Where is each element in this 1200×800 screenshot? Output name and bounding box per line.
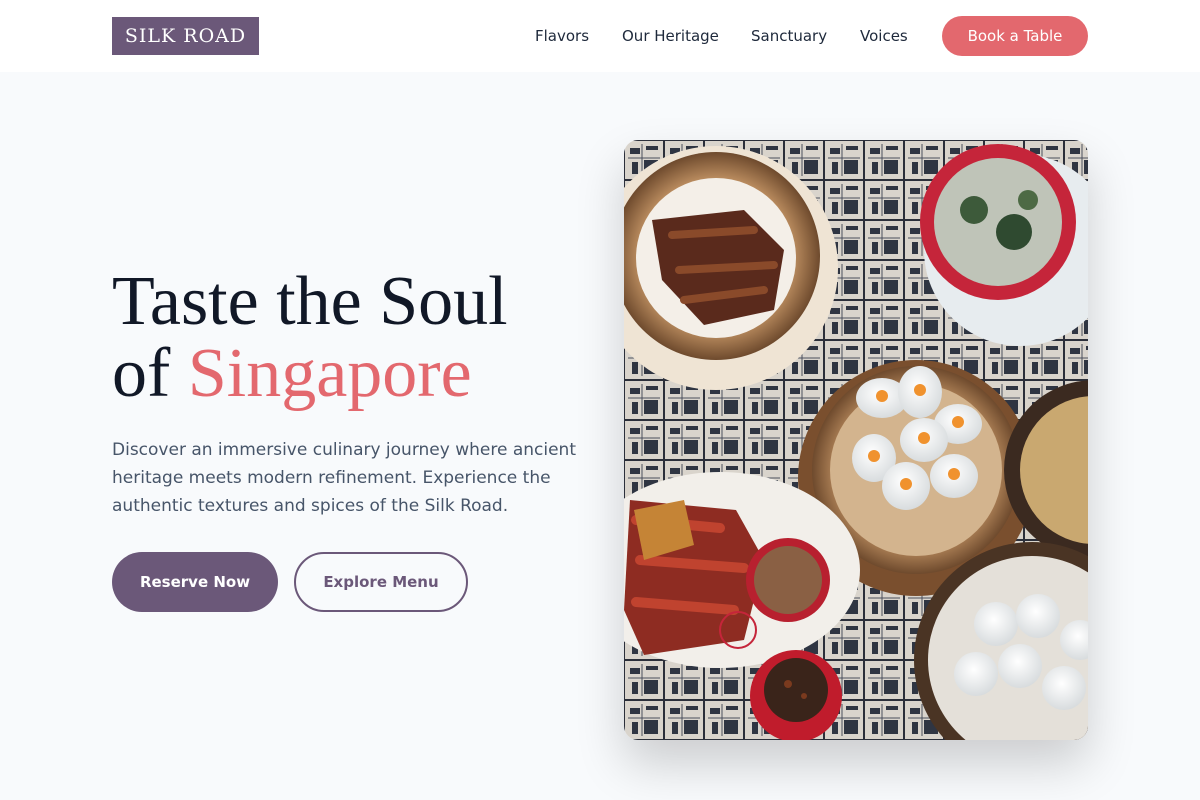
reserve-now-button[interactable]: Reserve Now (112, 552, 278, 612)
site-header: SILK ROAD Flavors Our Heritage Sanctuary… (0, 0, 1200, 72)
explore-menu-button[interactable]: Explore Menu (294, 552, 468, 612)
nav-link-sanctuary[interactable]: Sanctuary (751, 24, 827, 48)
nav-link-flavors[interactable]: Flavors (535, 24, 589, 48)
hero-title: Taste the Soul of Singapore (112, 266, 592, 410)
hero-description: Discover an immersive culinary journey w… (112, 440, 576, 516)
hero-title-accent: Singapore (187, 335, 472, 412)
hero-food-image (624, 140, 1088, 740)
nav-link-our-heritage[interactable]: Our Heritage (622, 24, 719, 48)
nav-link-voices[interactable]: Voices (860, 24, 908, 48)
hero-title-of: of (112, 335, 171, 412)
hero-title-line1: Taste the Soul (112, 263, 508, 340)
logo[interactable]: SILK ROAD (112, 17, 259, 55)
book-table-button[interactable]: Book a Table (942, 16, 1088, 56)
